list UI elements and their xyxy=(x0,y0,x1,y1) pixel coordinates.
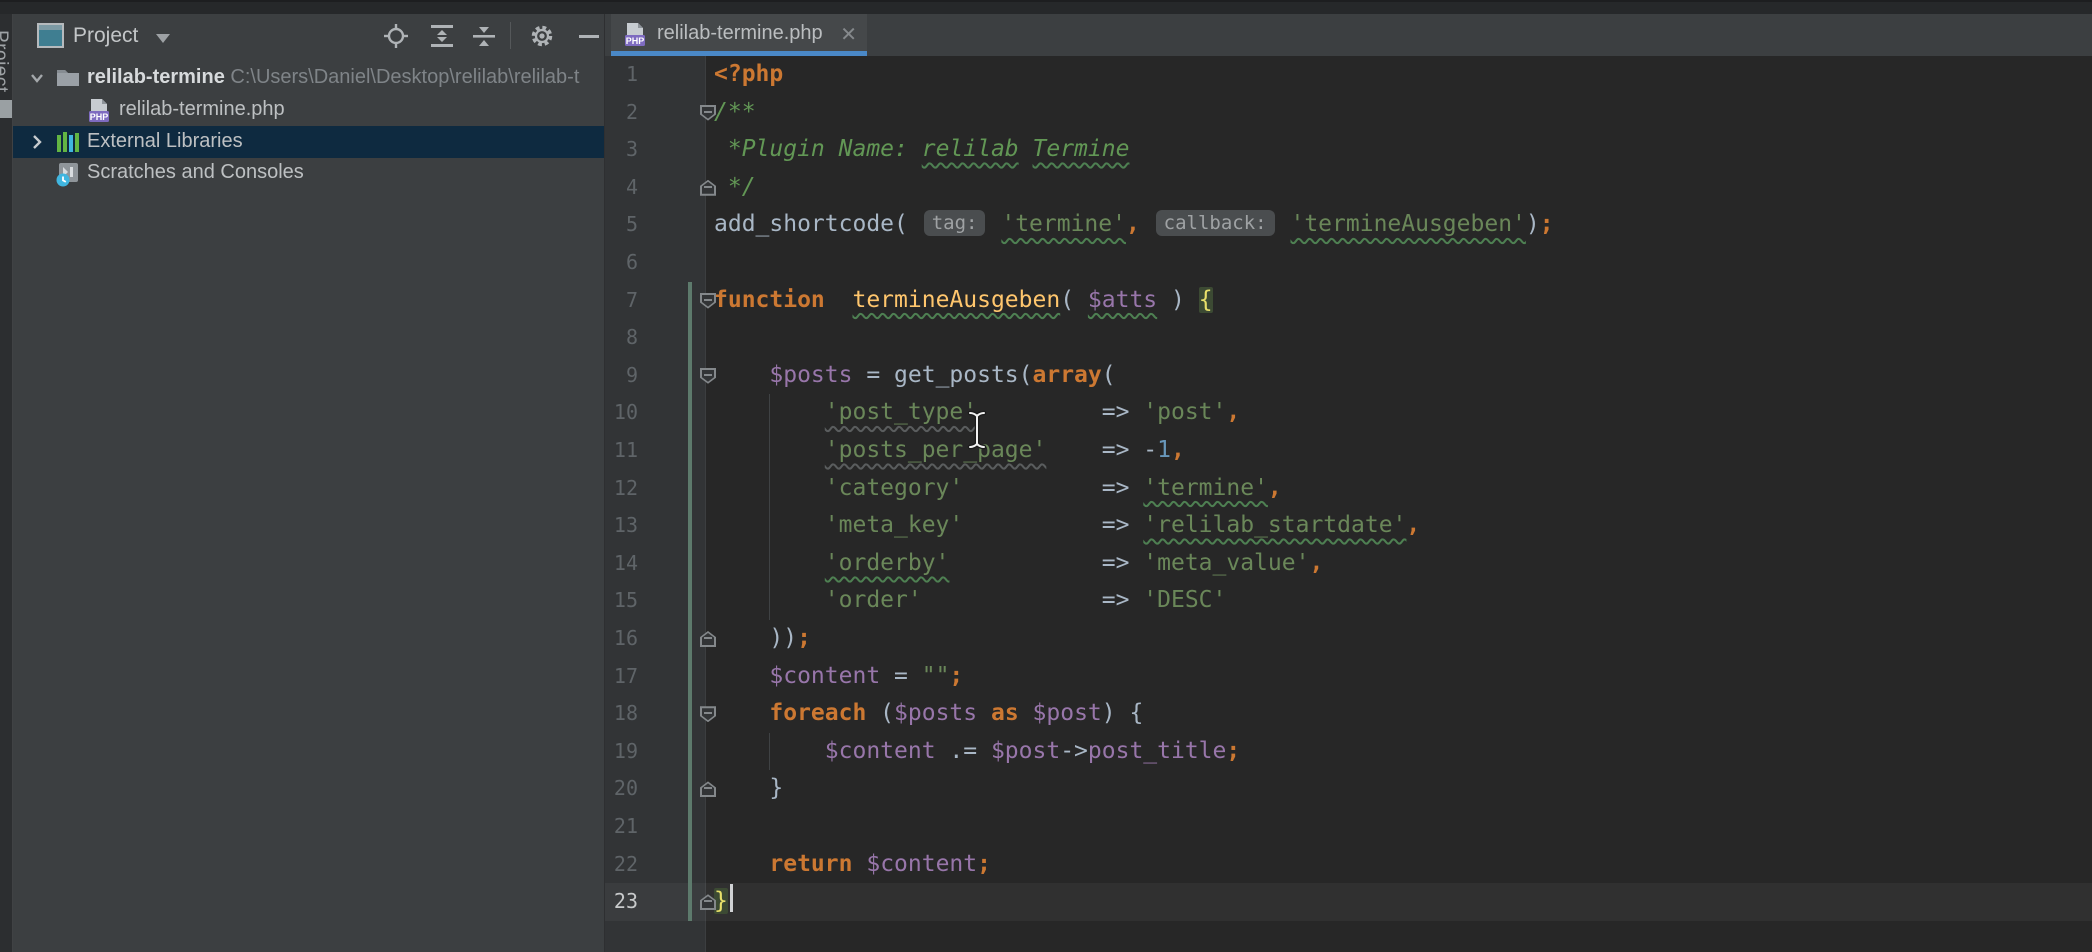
toolbar-separator xyxy=(510,22,511,49)
code-line[interactable]: /** xyxy=(714,94,756,132)
caret xyxy=(730,884,733,912)
chevron-down-icon[interactable] xyxy=(27,68,47,88)
tree-item-relilab-termine-php[interactable]: PHP relilab-termine.php xyxy=(13,94,604,126)
tool-window-stripe[interactable]: Project xyxy=(0,14,13,952)
project-panel: Project xyxy=(13,14,604,952)
folder-icon xyxy=(55,66,81,90)
current-line-highlight xyxy=(605,883,2092,921)
collapse-all-button[interactable] xyxy=(469,22,499,50)
code-line[interactable]: foreach ($posts as $post) { xyxy=(714,695,1143,733)
gear-icon xyxy=(527,22,557,50)
code-line[interactable]: return $content; xyxy=(714,846,991,884)
line-number[interactable]: 16 xyxy=(605,620,638,658)
vcs-change-bar[interactable] xyxy=(688,282,692,921)
fold-end-icon[interactable] xyxy=(700,180,716,196)
tab-label: relilab-termine.php xyxy=(657,22,823,45)
line-number[interactable]: 19 xyxy=(605,733,638,771)
minus-icon xyxy=(574,22,604,50)
line-number[interactable]: 9 xyxy=(605,357,638,395)
line-number[interactable]: 8 xyxy=(605,319,638,357)
fold-start-icon[interactable] xyxy=(700,105,716,121)
svg-text:PHP: PHP xyxy=(90,112,109,122)
line-number[interactable]: 11 xyxy=(605,432,638,470)
stripe-label-project[interactable]: Project xyxy=(0,30,11,93)
line-number[interactable]: 23 xyxy=(605,883,638,921)
code-line[interactable]: } xyxy=(714,770,783,808)
editor-tab-bar: PHP relilab-termine.php ✕ xyxy=(605,14,2092,56)
chevron-right-icon[interactable] xyxy=(27,132,47,152)
collapse-all-icon xyxy=(469,22,499,50)
code-line[interactable]: *Plugin Name: relilab Termine xyxy=(714,131,1129,169)
fold-start-icon[interactable] xyxy=(700,706,716,722)
code-line[interactable]: add_shortcode( tag: 'termine', callback:… xyxy=(714,206,1554,244)
tree-item-label: relilab-termine.php xyxy=(119,98,285,121)
line-number[interactable]: 18 xyxy=(605,695,638,733)
tool-window-stripe-icon[interactable] xyxy=(0,100,12,118)
line-number[interactable]: 3 xyxy=(605,131,638,169)
tree-item-relilab-termine[interactable]: relilab-termine C:\Users\Daniel\Desktop\… xyxy=(13,62,604,94)
project-tool-window-icon xyxy=(37,23,64,48)
code-line[interactable]: $content .= $post->post_title; xyxy=(714,733,1240,771)
code-line[interactable]: 'order' => 'DESC' xyxy=(714,582,1226,620)
dropdown-caret-icon[interactable] xyxy=(156,34,170,43)
fold-start-icon[interactable] xyxy=(700,368,716,384)
tree-item-external-libraries[interactable]: External Libraries xyxy=(13,126,604,158)
svg-text:PHP: PHP xyxy=(626,36,645,46)
tab-close-icon[interactable]: ✕ xyxy=(840,22,857,47)
code-line[interactable]: $posts = get_posts(array( xyxy=(714,357,1116,395)
line-number[interactable]: 10 xyxy=(605,394,638,432)
php-file-icon: PHP xyxy=(623,22,647,48)
code-line[interactable]: function termineAusgeben( $atts ) { xyxy=(714,282,1213,320)
php-file-icon: PHP xyxy=(87,98,113,122)
line-number[interactable]: 13 xyxy=(605,507,638,545)
code-line[interactable]: <?php xyxy=(714,56,783,94)
text-cursor xyxy=(966,410,988,450)
line-number[interactable]: 4 xyxy=(605,169,638,207)
fold-start-icon[interactable] xyxy=(700,293,716,309)
code-line[interactable]: 'category' => 'termine', xyxy=(714,470,1282,508)
fold-end-icon[interactable] xyxy=(700,781,716,797)
line-number[interactable]: 6 xyxy=(605,244,638,282)
tree-item-label: External Libraries xyxy=(87,130,243,153)
locate-target-icon xyxy=(381,22,411,50)
line-number[interactable]: 7 xyxy=(605,282,638,320)
window-top-strip xyxy=(0,0,2092,14)
line-number[interactable]: 12 xyxy=(605,470,638,508)
line-number[interactable]: 20 xyxy=(605,770,638,808)
line-number[interactable]: 1 xyxy=(605,56,638,94)
code-line[interactable]: 'meta_key' => 'relilab_startdate', xyxy=(714,507,1420,545)
project-panel-title[interactable]: Project xyxy=(73,24,138,48)
editor-pane: PHP relilab-termine.php ✕ <?php/** *Plug… xyxy=(604,14,2092,952)
tree-item-label: Scratches and Consoles xyxy=(87,161,304,184)
code-line[interactable]: 'orderby' => 'meta_value', xyxy=(714,545,1323,583)
line-number[interactable]: 14 xyxy=(605,545,638,583)
hide-panel-button[interactable] xyxy=(574,22,604,50)
line-number[interactable]: 21 xyxy=(605,808,638,846)
code-line[interactable]: */ xyxy=(714,169,756,207)
code-line[interactable]: 'posts_per_page' => -1, xyxy=(714,432,1185,470)
line-number[interactable]: 2 xyxy=(605,94,638,132)
scratches-icon xyxy=(55,161,81,185)
settings-button[interactable] xyxy=(527,22,557,50)
tree-item-path: C:\Users\Daniel\Desktop\relilab\relilab-… xyxy=(225,66,580,88)
tree-item-scratches-and-consoles[interactable]: Scratches and Consoles xyxy=(13,157,604,189)
code-line[interactable]: } xyxy=(714,883,733,921)
line-number[interactable]: 17 xyxy=(605,658,638,696)
code-editor[interactable]: <?php/** *Plugin Name: relilab Termine *… xyxy=(605,56,2092,952)
code-line[interactable]: )); xyxy=(714,620,811,658)
fold-end-icon[interactable] xyxy=(700,631,716,647)
fold-end-icon[interactable] xyxy=(700,894,716,910)
line-number[interactable]: 15 xyxy=(605,582,638,620)
external-libraries-icon xyxy=(55,130,81,154)
code-line[interactable]: $content = ""; xyxy=(714,658,963,696)
tree-item-label: relilab-termine C:\Users\Daniel\Desktop\… xyxy=(87,66,579,89)
expand-all-icon xyxy=(427,22,457,50)
line-number[interactable]: 5 xyxy=(605,206,638,244)
line-number[interactable]: 22 xyxy=(605,846,638,884)
expand-all-button[interactable] xyxy=(427,22,457,50)
editor-tab[interactable]: PHP relilab-termine.php ✕ xyxy=(611,14,867,56)
select-opened-file-button[interactable] xyxy=(381,22,411,50)
project-panel-header: Project xyxy=(13,14,604,58)
